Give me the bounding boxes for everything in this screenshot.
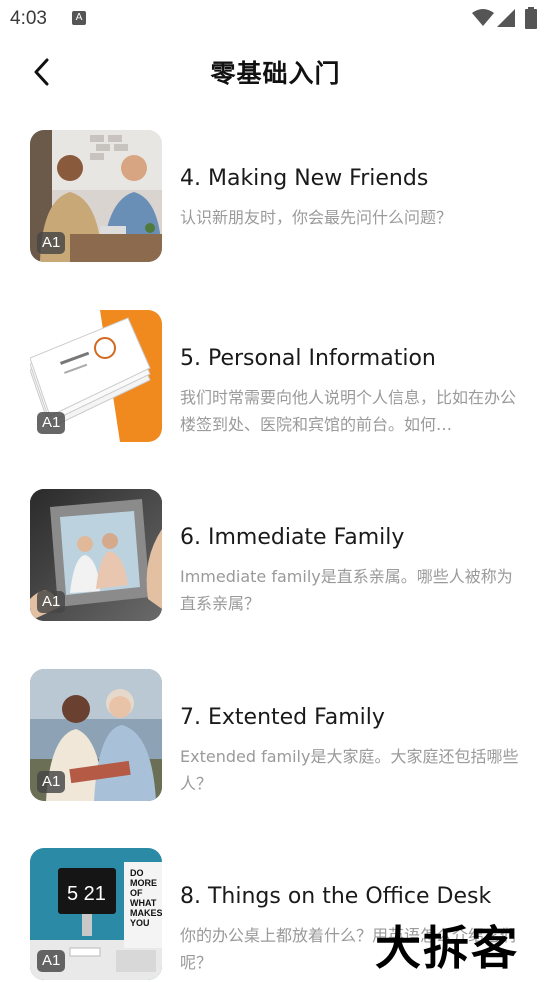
signal-icon xyxy=(497,9,515,27)
lesson-title: 7. Extented Family xyxy=(180,705,385,730)
lesson-thumbnail: A1 xyxy=(30,130,162,262)
notification-icon: A xyxy=(72,11,86,25)
lesson-description: Immediate family是直系亲属。哪些人被称为直系亲属？ xyxy=(180,567,513,613)
svg-text:WHAT: WHAT xyxy=(130,898,157,908)
svg-text:YOU: YOU xyxy=(130,918,150,928)
battery-icon xyxy=(525,7,537,29)
wifi-icon xyxy=(472,9,494,26)
lesson-description: 认识新朋友时，你会最先问什么问题？ xyxy=(180,208,453,227)
lesson-thumbnail: A1 xyxy=(30,310,162,442)
lesson-title: 4. Making New Friends xyxy=(180,166,429,191)
lesson-thumbnail: 5 21 DO MORE OF WHAT MAKES YOU A1 xyxy=(30,848,162,980)
header: 零基础入门 xyxy=(0,40,551,104)
lesson-thumbnail: A1 xyxy=(30,489,162,621)
lesson-description: Extended family是大家庭。大家庭还包括哪些人？ xyxy=(180,747,519,793)
watermark: 大拆客 xyxy=(375,921,519,975)
lesson-item-immediate-family[interactable]: A1 6. Immediate Family Immediate family是… xyxy=(0,489,551,623)
level-badge: A1 xyxy=(37,950,66,972)
level-badge: A1 xyxy=(37,232,66,254)
lesson-title: 6. Immediate Family xyxy=(180,525,405,550)
svg-text:MORE: MORE xyxy=(130,878,157,888)
page-title: 零基础入门 xyxy=(210,59,341,88)
svg-text:5 21: 5 21 xyxy=(67,883,106,905)
lesson-item-making-new-friends[interactable]: A1 4. Making New Friends 认识新朋友时，你会最先问什么问… xyxy=(0,130,551,264)
level-badge: A1 xyxy=(37,771,66,793)
svg-text:DO: DO xyxy=(130,868,144,878)
lesson-description: 我们时常需要向他人说明个人信息，比如在办公楼签到处、医院和宾馆的前台。如何… xyxy=(180,388,517,434)
status-time: 4:03 xyxy=(10,8,47,29)
lesson-thumbnail: A1 xyxy=(30,669,162,801)
level-badge: A1 xyxy=(37,591,66,613)
status-bar: 4:03 A xyxy=(0,0,551,38)
svg-text:OF: OF xyxy=(130,888,143,898)
lesson-item-personal-information[interactable]: A1 5. Personal Information 我们时常需要向他人说明个人… xyxy=(0,310,551,444)
lesson-title: 5. Personal Information xyxy=(180,346,436,371)
lesson-title: 8. Things on the Office Desk xyxy=(180,884,492,909)
svg-text:MAKES: MAKES xyxy=(130,908,162,918)
level-badge: A1 xyxy=(37,412,66,434)
lesson-item-extented-family[interactable]: A1 7. Extented Family Extended family是大家… xyxy=(0,669,551,803)
